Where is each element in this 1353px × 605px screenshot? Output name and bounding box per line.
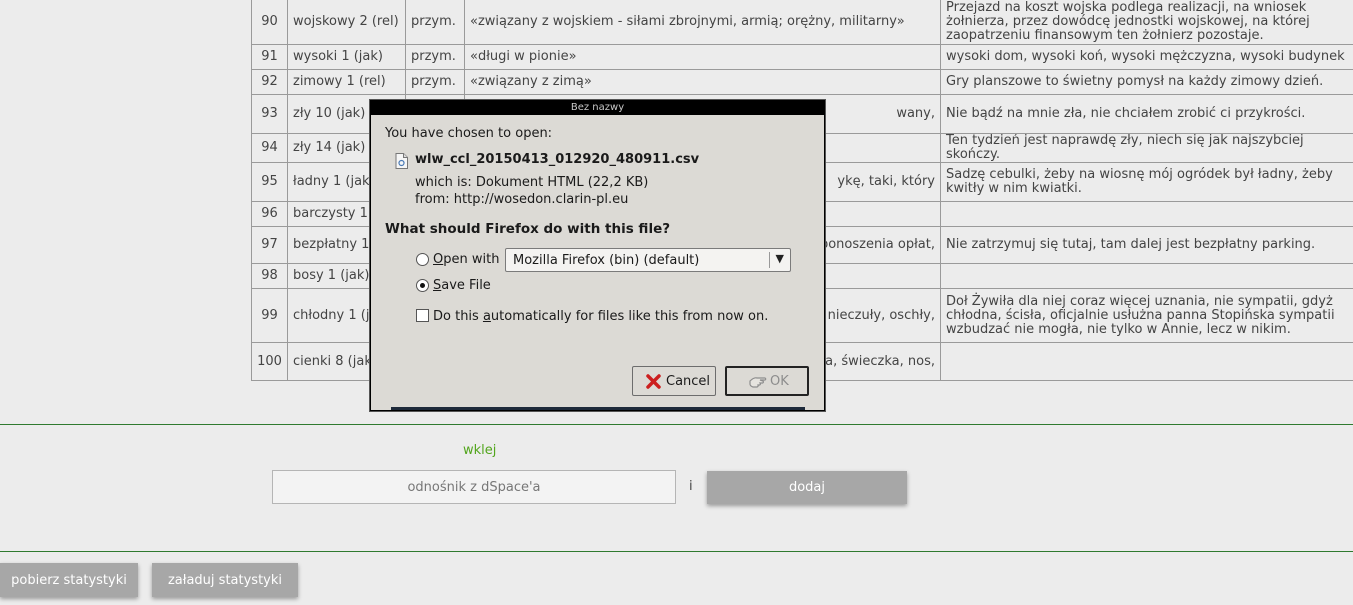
- dspace-link-input[interactable]: [272, 470, 676, 504]
- example-cell: Doł Żywiła dla niej coraz więcej uznania…: [940, 288, 1353, 343]
- row-number: 95: [251, 162, 288, 202]
- example-cell: Przejazd na koszt wojska podlega realiza…: [940, 0, 1353, 45]
- which-is-label: which is:: [415, 175, 472, 190]
- auto-action-label[interactable]: Do this automatically for files like thi…: [433, 309, 768, 324]
- file-type-value: Dokument HTML (22,2 KB): [475, 175, 649, 190]
- row-number: 94: [251, 133, 288, 163]
- action-question: What should Firefox do with this file?: [385, 221, 671, 237]
- file-icon: [395, 153, 408, 169]
- row-number: 100: [251, 342, 288, 381]
- from-label: from:: [415, 192, 450, 207]
- add-button[interactable]: dodaj: [707, 471, 907, 504]
- example-cell: [940, 342, 1353, 381]
- lemma-cell: zimowy 1 (rel): [287, 69, 406, 95]
- open-with-app-value: Mozilla Firefox (bin) (default): [513, 253, 700, 268]
- lemma-cell: wysoki 1 (jak): [287, 44, 406, 70]
- example-cell: Nie zatrzymuj się tutaj, tam dalej jest …: [940, 226, 1353, 264]
- part-of-speech-cell: przym.: [405, 69, 465, 95]
- row-number: 96: [251, 201, 288, 227]
- file-source-row: from: http://wosedon.clarin-pl.eu: [415, 192, 628, 207]
- row-number: 91: [251, 44, 288, 70]
- example-cell: Nie bądź na mnie zła, nie chciałem zrobi…: [940, 94, 1353, 134]
- table-row: 91 wysoki 1 (jak) przym. «długi w pionie» wy…: [251, 44, 1353, 70]
- auto-action-checkbox[interactable]: [416, 309, 429, 322]
- cancel-icon: [646, 374, 661, 389]
- open-file-dialog: Bez nazwy You have chosen to open: wlw_c…: [370, 100, 825, 411]
- example-cell: Sadzę cebulki, żeby na wiosnę mój ogróde…: [940, 162, 1353, 202]
- row-number: 92: [251, 69, 288, 95]
- chosen-label: You have chosen to open:: [385, 126, 553, 141]
- download-stats-button[interactable]: pobierz statystyki: [0, 563, 138, 597]
- open-with-radio[interactable]: [416, 253, 429, 266]
- part-of-speech-cell: przym.: [405, 0, 465, 45]
- example-cell: Ten tydzień jest naprawdę zły, niech się…: [940, 133, 1353, 163]
- table-row: 90 wojskowy 2 (rel) przym. «związany z wojs…: [251, 0, 1353, 45]
- definition-cell: «związany z wojskiem - siłami zbrojnymi,…: [464, 0, 941, 45]
- source-url: http://wosedon.clarin-pl.eu: [453, 192, 629, 207]
- dialog-title[interactable]: Bez nazwy: [371, 101, 824, 115]
- save-file-label[interactable]: Save File: [433, 278, 491, 293]
- row-number: 97: [251, 226, 288, 264]
- row-number: 99: [251, 288, 288, 343]
- paste-label: wklej: [463, 443, 497, 458]
- example-cell: wysoki dom, wysoki koń, wysoki mężczyzna…: [940, 44, 1353, 70]
- ok-hand-icon: [749, 377, 767, 388]
- example-cell: [940, 263, 1353, 289]
- file-type-row: which is: Dokument HTML (22,2 KB): [415, 175, 648, 190]
- cancel-label: Cancel: [666, 374, 711, 389]
- ok-button[interactable]: OK: [725, 366, 809, 396]
- save-file-radio[interactable]: [416, 279, 429, 292]
- row-number: 98: [251, 263, 288, 289]
- definition-cell: «związany z zimą»: [464, 69, 941, 95]
- example-cell: Gry planszowe to świetny pomysł na każdy…: [940, 69, 1353, 95]
- lemma-cell: wojskowy 2 (rel): [287, 0, 406, 45]
- example-cell: [940, 201, 1353, 227]
- ok-label: OK: [770, 374, 789, 389]
- row-number: 90: [251, 0, 288, 45]
- open-with-app-select[interactable]: Mozilla Firefox (bin) (default) ▼: [505, 248, 791, 272]
- cancel-button[interactable]: Cancel: [632, 366, 716, 396]
- row-number: 93: [251, 94, 288, 134]
- divider-line-bottom: [0, 551, 1353, 552]
- load-stats-button[interactable]: załaduj statystyki: [152, 563, 298, 597]
- open-with-label[interactable]: Open with: [433, 252, 499, 267]
- definition-cell: «długi w pionie»: [464, 44, 941, 70]
- chevron-down-icon: ▼: [775, 252, 784, 265]
- table-row: 92 zimowy 1 (rel) przym. «związany z zimą» G…: [251, 69, 1353, 95]
- divider-line: [0, 424, 1353, 425]
- part-of-speech-cell: przym.: [405, 44, 465, 70]
- and-label: i: [689, 479, 693, 494]
- file-name: wlw_ccl_20150413_012920_480911.csv: [415, 152, 700, 167]
